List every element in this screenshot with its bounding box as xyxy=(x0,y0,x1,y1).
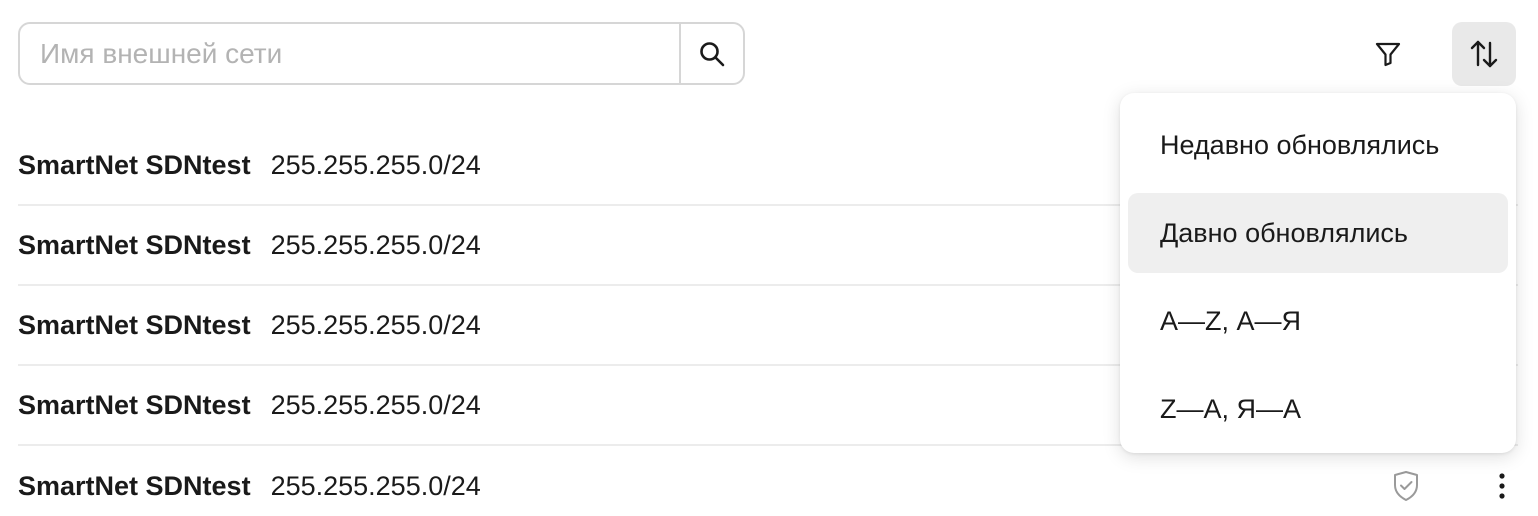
network-name: SmartNet SDNtest xyxy=(18,309,251,340)
network-name: SmartNet SDNtest xyxy=(18,229,251,260)
sort-dropdown: Недавно обновлялись Давно обновлялись A—… xyxy=(1120,93,1516,453)
search-box xyxy=(18,22,745,85)
row-actions xyxy=(1386,446,1518,516)
network-cidr: 255.255.255.0/24 xyxy=(270,470,481,501)
network-name: SmartNet SDNtest xyxy=(18,389,251,420)
search-button[interactable] xyxy=(679,24,743,83)
kebab-menu-icon[interactable] xyxy=(1482,466,1522,506)
filter-button[interactable] xyxy=(1356,22,1420,86)
network-name: SmartNet SDNtest xyxy=(18,149,251,180)
search-icon xyxy=(700,41,725,66)
network-cidr: 255.255.255.0/24 xyxy=(270,149,481,180)
sort-arrows-icon xyxy=(1470,40,1498,68)
sort-button[interactable] xyxy=(1452,22,1516,86)
sort-option-recently-updated[interactable]: Недавно обновлялись xyxy=(1128,105,1508,185)
network-row[interactable]: SmartNet SDNtest 255.255.255.0/24 xyxy=(18,446,1518,516)
filter-icon xyxy=(1375,42,1401,67)
network-cidr: 255.255.255.0/24 xyxy=(270,229,481,260)
shield-check-icon xyxy=(1386,466,1426,506)
network-name: SmartNet SDNtest xyxy=(18,470,251,501)
sort-option-z-a[interactable]: Z—A, Я—А xyxy=(1128,369,1508,449)
sort-option-long-ago-updated[interactable]: Давно обновлялись xyxy=(1128,193,1508,273)
network-cidr: 255.255.255.0/24 xyxy=(270,389,481,420)
network-cidr: 255.255.255.0/24 xyxy=(270,309,481,340)
sort-option-a-z[interactable]: A—Z, А—Я xyxy=(1128,281,1508,361)
search-input[interactable] xyxy=(20,24,679,83)
app-root: SmartNet SDNtest 255.255.255.0/24 SmartN… xyxy=(0,0,1538,516)
